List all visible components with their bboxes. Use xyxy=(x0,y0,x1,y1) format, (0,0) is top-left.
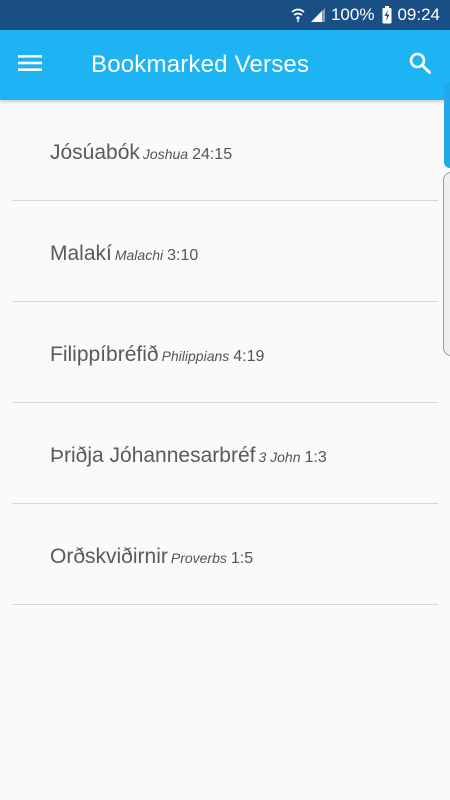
book-name-icelandic: Malakí xyxy=(50,242,112,265)
verse-reference: 1:3 xyxy=(304,449,327,466)
signal-icon xyxy=(310,7,326,23)
verse-reference: 1:5 xyxy=(230,550,254,567)
search-icon xyxy=(408,51,432,80)
clock: 09:24 xyxy=(397,5,440,24)
bookmark-item-proverbs[interactable]: Orðskviðirnir Proverbs 1:5 xyxy=(12,504,438,605)
bookmark-item-philippians[interactable]: Filippíbréfið Philippians 4:19 xyxy=(12,302,438,403)
book-name-icelandic: Orðskviðirnir xyxy=(50,545,168,568)
book-name-english: Joshua xyxy=(142,146,189,162)
bookmark-item-joshua[interactable]: Jósúabók Joshua 24:15 xyxy=(12,100,438,201)
battery-percent: 100% xyxy=(330,5,375,24)
scroll-handle[interactable] xyxy=(444,82,450,168)
hamburger-menu-icon xyxy=(17,53,43,78)
status-bar: 100% 09:24 xyxy=(0,0,450,30)
verse-reference: 4:19 xyxy=(233,348,265,365)
book-name-english: 3 John xyxy=(258,449,301,465)
verse-reference: 3:10 xyxy=(167,247,199,264)
book-name-icelandic: Jósúabók xyxy=(50,141,140,164)
bookmark-item-malachi[interactable]: Malakí Malachi 3:10 xyxy=(12,201,438,302)
book-name-english: Proverbs xyxy=(170,550,227,566)
menu-button[interactable] xyxy=(14,50,46,80)
app-bar: Bookmarked Verses xyxy=(0,30,450,100)
book-name-icelandic: Filippíbréfið xyxy=(50,343,159,366)
book-name-english: Philippians xyxy=(161,348,230,364)
page-title: Bookmarked Verses xyxy=(91,51,310,78)
search-button[interactable] xyxy=(404,50,436,80)
verse-reference: 24:15 xyxy=(192,146,233,163)
book-name-english: Malachi xyxy=(114,247,164,263)
edge-panel-handle[interactable] xyxy=(443,172,450,356)
bookmark-list: Jósúabók Joshua 24:15 Malakí Malachi 3:10 Fi… xyxy=(12,100,438,605)
wifi-icon xyxy=(291,7,305,23)
bookmark-item-3-john[interactable]: Þriðja Jóhannesarbréf 3 John 1:3 xyxy=(12,403,438,504)
battery-charging-icon xyxy=(382,6,392,24)
book-name-icelandic: Þriðja Jóhannesarbréf xyxy=(50,444,256,467)
